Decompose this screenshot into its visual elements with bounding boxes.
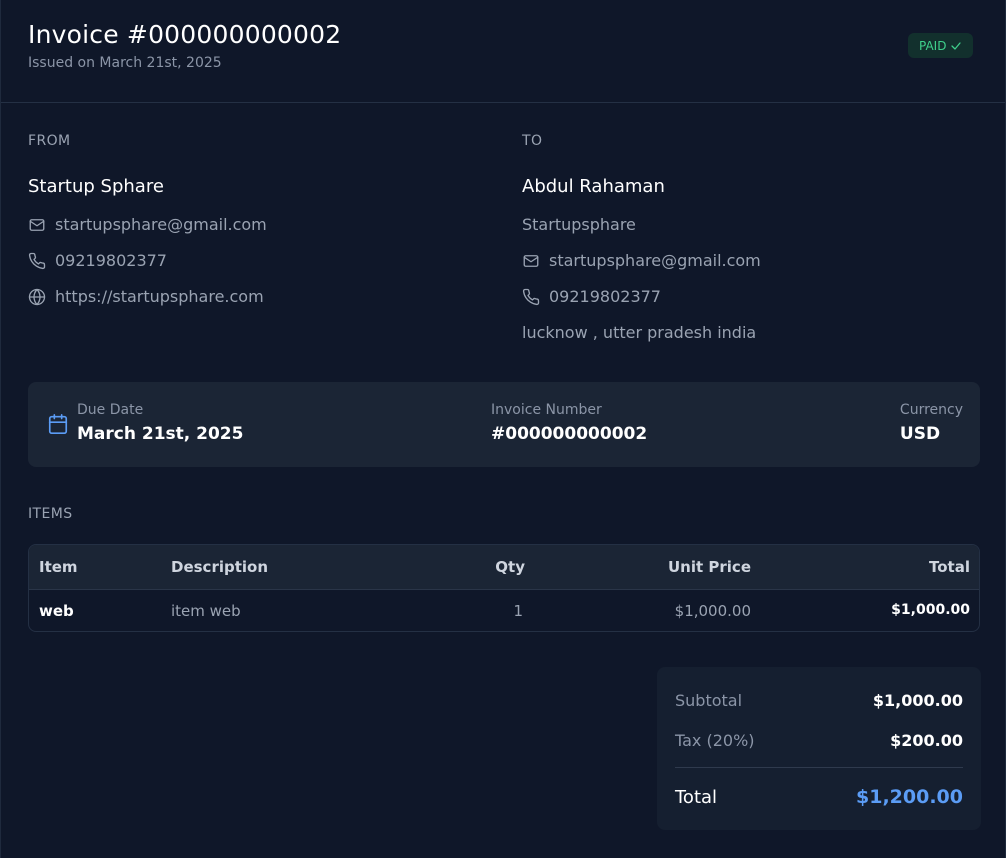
to-name: Abdul Rahaman bbox=[522, 176, 665, 197]
invoice-number-value: #000000000002 bbox=[491, 424, 648, 444]
phone-icon bbox=[522, 288, 540, 305]
invoice-number-cell: Invoice Number #000000000002 bbox=[491, 402, 647, 444]
from-phone[interactable]: 09219802377 bbox=[55, 251, 167, 270]
to-phone[interactable]: 09219802377 bbox=[549, 287, 661, 306]
from-name: Startup Sphare bbox=[28, 176, 164, 197]
items-table: Item Description Qty Unit Price Total we… bbox=[28, 544, 980, 632]
from-website-row: https://startupsphare.com bbox=[28, 287, 264, 306]
invoice-title: Invoice #000000000002 bbox=[28, 20, 342, 49]
from-label: FROM bbox=[28, 133, 71, 149]
invoice-meta-card: Due Date March 21st, 2025 Invoice Number… bbox=[28, 382, 980, 467]
to-label: TO bbox=[522, 133, 543, 149]
globe-icon bbox=[28, 288, 46, 305]
subtotal-label: Subtotal bbox=[675, 691, 743, 710]
tax-value: $200.00 bbox=[890, 731, 963, 750]
mail-icon bbox=[523, 254, 539, 267]
items-label: ITEMS bbox=[28, 506, 73, 522]
totals-card: Subtotal $1,000.00 Tax (20%) $200.00 Tot… bbox=[657, 667, 981, 830]
total-label: Total bbox=[675, 786, 718, 808]
phone-icon bbox=[28, 252, 46, 269]
issued-date: Issued on March 21st, 2025 bbox=[28, 55, 222, 71]
row-item: web bbox=[39, 602, 74, 620]
from-email[interactable]: startupsphare@gmail.com bbox=[55, 215, 267, 234]
invoice-number-label: Invoice Number bbox=[491, 402, 602, 418]
status-label: PAID bbox=[919, 38, 947, 53]
total-value: $1,200.00 bbox=[856, 786, 963, 808]
table-header: Item Description Qty Unit Price Total bbox=[29, 545, 979, 590]
from-website[interactable]: https://startupsphare.com bbox=[55, 287, 264, 306]
invoice-header: Invoice #000000000002 Issued on March 21… bbox=[1, 0, 1005, 103]
to-email[interactable]: startupsphare@gmail.com bbox=[549, 251, 761, 270]
to-email-row: startupsphare@gmail.com bbox=[522, 251, 761, 270]
col-qty: Qty bbox=[495, 558, 525, 576]
tax-row: Tax (20%) $200.00 bbox=[675, 731, 963, 750]
row-total: $1,000.00 bbox=[891, 602, 970, 618]
to-address: lucknow , utter pradesh india bbox=[522, 323, 757, 342]
from-email-row: startupsphare@gmail.com bbox=[28, 215, 267, 234]
grand-total-row: Total $1,200.00 bbox=[675, 786, 963, 808]
tax-label: Tax (20%) bbox=[675, 731, 755, 750]
calendar-icon bbox=[48, 414, 68, 434]
currency-label: Currency bbox=[899, 402, 963, 418]
subtotal-row: Subtotal $1,000.00 bbox=[675, 691, 963, 710]
to-company: Startupsphare bbox=[522, 215, 636, 234]
row-description: item web bbox=[171, 602, 241, 620]
col-item: Item bbox=[39, 558, 78, 576]
mail-icon bbox=[29, 218, 45, 231]
row-unit-price: $1,000.00 bbox=[674, 602, 751, 620]
col-description: Description bbox=[171, 558, 269, 576]
due-date-label: Due Date bbox=[77, 402, 144, 418]
currency-cell: Currency USD bbox=[900, 402, 963, 444]
status-badge: PAID bbox=[908, 33, 974, 58]
from-phone-row: 09219802377 bbox=[28, 251, 167, 270]
due-date-cell: Due Date March 21st, 2025 bbox=[77, 402, 243, 444]
to-phone-row: 09219802377 bbox=[522, 287, 661, 306]
currency-value: USD bbox=[899, 424, 941, 444]
due-date-value: March 21st, 2025 bbox=[77, 424, 244, 444]
row-qty: 1 bbox=[513, 602, 523, 620]
col-unit-price: Unit Price bbox=[668, 558, 751, 576]
check-icon bbox=[951, 41, 962, 50]
col-total: Total bbox=[929, 558, 970, 576]
totals-divider bbox=[675, 767, 963, 768]
subtotal-value: $1,000.00 bbox=[872, 691, 963, 710]
invoice-page: Invoice #000000000002 Issued on March 21… bbox=[0, 0, 1006, 858]
